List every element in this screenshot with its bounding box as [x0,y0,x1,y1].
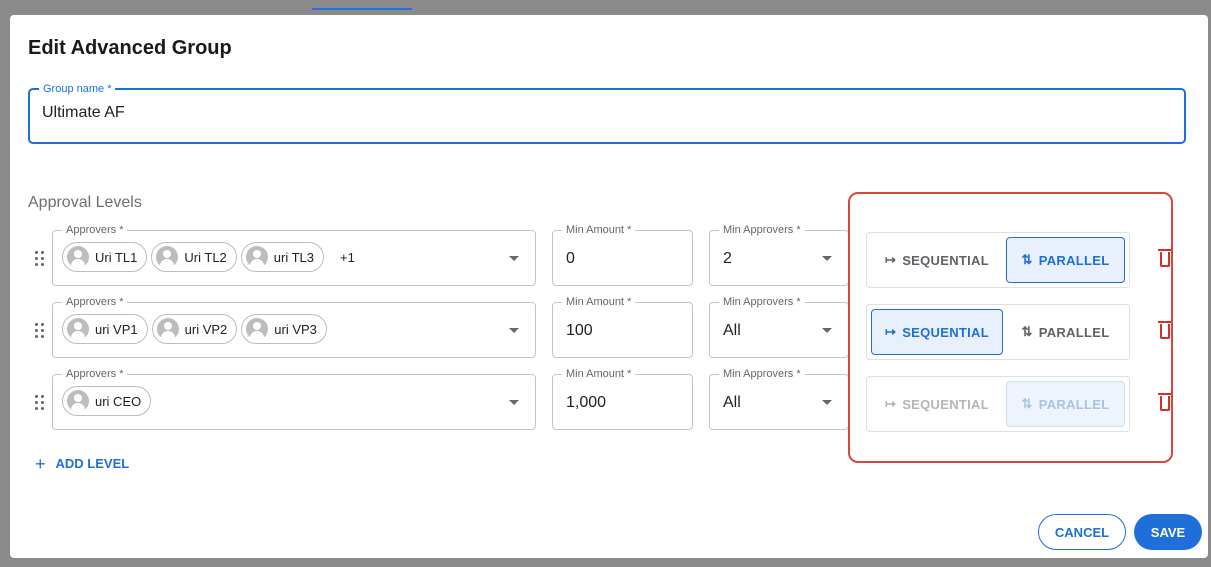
caret-down-icon[interactable] [822,256,832,261]
avatar-icon [67,246,89,268]
min-approvers-label: Min Approvers * [719,367,805,381]
approvers-label: Approvers * [62,367,128,381]
save-button[interactable]: SAVE [1134,514,1202,550]
caret-down-icon[interactable] [509,256,519,261]
min-approvers-select[interactable]: Min Approvers * 2 [709,223,849,286]
dialog-title: Edit Advanced Group [28,37,232,59]
group-name-input[interactable] [42,104,1162,122]
approver-name: uri TL3 [273,249,315,265]
caret-down-icon[interactable] [822,328,832,333]
approver-chip[interactable]: uri VP3 [241,314,327,344]
drag-handle-icon[interactable] [35,323,45,339]
min-amount-input[interactable]: Min Amount * 0 [552,223,693,286]
approver-chip[interactable]: uri VP2 [151,314,238,344]
caret-down-icon[interactable] [822,400,832,405]
annotation-highlight-box [848,192,1173,463]
min-approvers-select[interactable]: Min Approvers * All [709,367,849,430]
avatar-icon [156,246,179,268]
avatar-icon [245,246,268,268]
approver-chips: Uri TL1 Uri TL2 uri TL3 +1 [62,242,355,272]
add-level-button[interactable]: + ADD LEVEL [35,453,130,474]
approver-chips: uri CEO [62,386,152,416]
approval-levels-label: Approval Levels [28,194,142,211]
drag-handle-icon[interactable] [35,251,45,267]
min-amount-value: 1,000 [566,394,607,411]
approver-name: uri VP1 [95,321,138,337]
add-level-label: ADD LEVEL [55,456,130,471]
avatar-icon [156,318,179,340]
min-amount-input[interactable]: Min Amount * 1,000 [552,367,693,430]
approvers-select[interactable]: Approvers * uri CEO [52,367,536,430]
approvers-label: Approvers * [62,295,128,309]
edit-group-dialog: Edit Advanced Group Group name * Approva… [10,15,1208,558]
min-amount-label: Min Amount * [562,295,636,309]
min-approvers-select[interactable]: Min Approvers * All [709,295,849,358]
min-amount-value: 0 [566,250,575,267]
approver-chip[interactable]: Uri TL2 [151,242,237,272]
avatar-icon [67,318,89,340]
approver-chip[interactable]: uri CEO [62,386,152,416]
more-approvers-count: +1 [340,249,355,265]
approvers-select[interactable]: Approvers * Uri TL1 Uri TL2 uri TL3 +1 [52,223,536,286]
min-approvers-label: Min Approvers * [719,223,805,237]
approver-name: Uri TL1 [95,249,138,265]
approvers-label: Approvers * [62,223,128,237]
background-tab-indicator [312,8,412,10]
plus-icon: + [35,453,46,474]
cancel-button[interactable]: CANCEL [1038,514,1126,550]
group-name-field[interactable]: Group name * [28,82,1186,144]
approver-name: Uri TL2 [184,249,227,265]
approver-name: uri VP2 [184,321,228,337]
min-amount-label: Min Amount * [562,367,636,381]
approver-chips: uri VP1 uri VP2 uri VP3 [62,314,327,344]
min-approvers-label: Min Approvers * [719,295,805,309]
min-amount-label: Min Amount * [562,223,636,237]
approver-name: uri CEO [95,393,142,409]
min-approvers-value: 2 [723,250,732,267]
caret-down-icon[interactable] [509,328,519,333]
drag-handle-icon[interactable] [35,395,45,411]
min-amount-value: 100 [566,322,593,339]
min-approvers-value: All [723,322,741,339]
approver-chip[interactable]: Uri TL1 [62,242,148,272]
avatar-icon [67,390,89,412]
approver-name: uri VP3 [274,321,317,337]
group-name-label: Group name * [39,82,116,96]
avatar-icon [246,318,269,340]
approver-chip[interactable]: uri VP1 [62,314,148,344]
min-approvers-value: All [723,394,741,411]
caret-down-icon[interactable] [509,400,519,405]
min-amount-input[interactable]: Min Amount * 100 [552,295,693,358]
approver-chip[interactable]: uri TL3 [240,242,325,272]
approvers-select[interactable]: Approvers * uri VP1 uri VP2 uri VP3 [52,295,536,358]
